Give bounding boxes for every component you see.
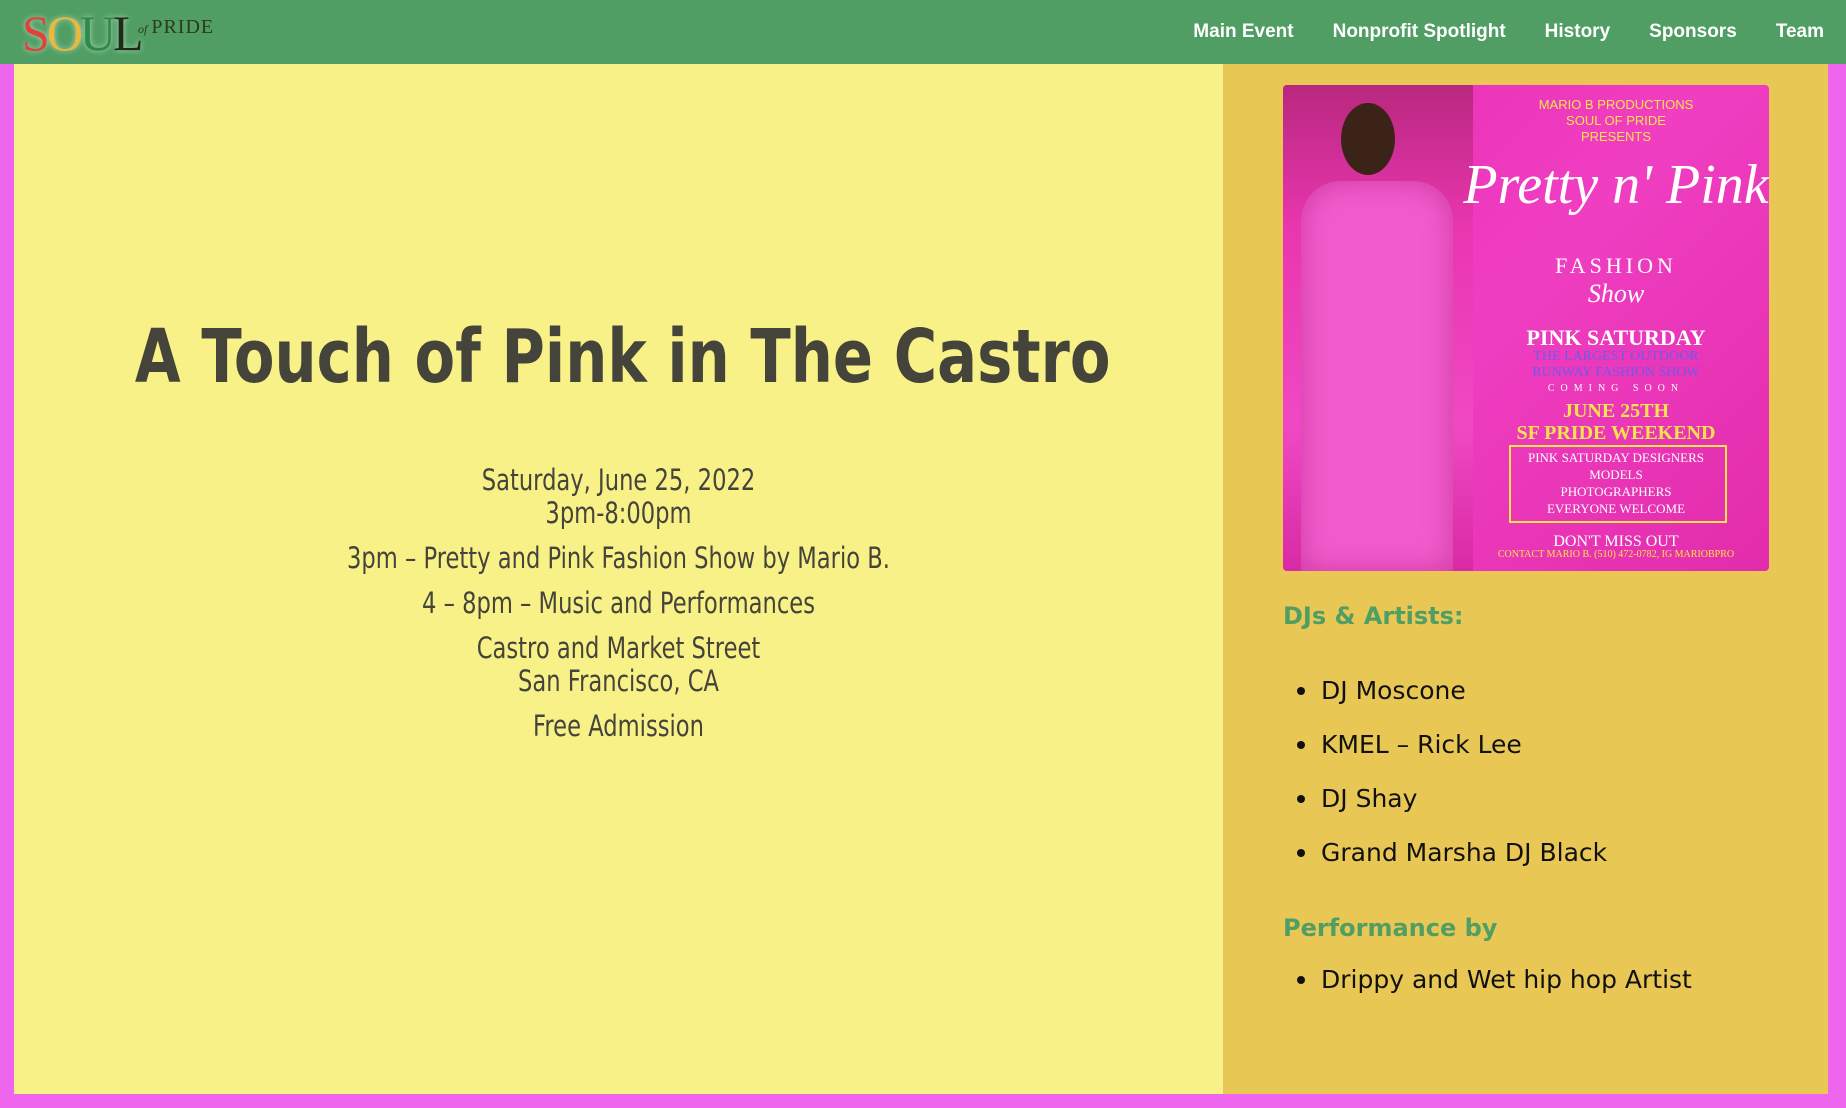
logo-letter-l: L [113, 5, 143, 61]
flyer-box-line-4: EVERYONE WELCOME [1546, 501, 1686, 516]
logo-subtext: of PRIDE [138, 16, 214, 39]
performer-list: Drippy and Wet hip hop Artist [1283, 958, 1692, 1002]
event-fashion-show: 3pm – Pretty and Pink Fashion Show by Ma… [346, 541, 890, 575]
event-admission: Free Admission [533, 709, 704, 743]
flyer-tagline: THE LARGEST OUTDOOR RUNWAY FASHION SHOW [1463, 349, 1769, 381]
event-flyer-image: MARIO B PRODUCTIONS SOUL OF PRIDE PRESEN… [1283, 85, 1769, 571]
flyer-subtitle-fashion: FASHION [1555, 253, 1677, 278]
flyer-script-title: Pretty n' Pink [1463, 154, 1769, 216]
event-date: Saturday, June 25, 2022 [481, 463, 756, 497]
flyer-subtitle-show: Show [1587, 279, 1645, 308]
flyer-box-text: PINK SATURDAY DESIGNERS MODELS PHOTOGRAP… [1463, 449, 1769, 517]
main-nav: Main Event Nonprofit Spotlight History S… [1193, 0, 1846, 64]
flyer-model-photo [1283, 85, 1473, 571]
list-item: KMEL – Rick Lee [1283, 718, 1607, 772]
list-item: DJ Shay [1283, 772, 1607, 826]
flyer-tagline-1: THE LARGEST OUTDOOR [1533, 349, 1699, 364]
soul-of-pride-logo[interactable]: SOUL of PRIDE [22, 5, 222, 61]
event-title: A Touch of Pink in The Castro [134, 314, 1111, 400]
event-time: 3pm-8:00pm [545, 496, 692, 530]
flyer-presents-line: PRESENTS [1580, 129, 1652, 144]
flyer-producer-line: MARIO B PRODUCTIONS [1538, 97, 1694, 112]
list-item: Drippy and Wet hip hop Artist [1283, 958, 1692, 1002]
event-details: Saturday, June 25, 2022 3pm-8:00pm 3pm –… [14, 464, 1223, 743]
flyer-date: JUNE 25TH SF PRIDE WEEKEND [1463, 400, 1769, 444]
logo-of: of [138, 22, 148, 36]
flyer-event-name: PINK SATURDAY [1526, 325, 1706, 350]
logo-letter-o: O [46, 5, 83, 61]
logo-letter-u: U [79, 5, 116, 61]
list-item: DJ Moscone [1283, 664, 1607, 718]
logo-letter-s: S [22, 5, 50, 61]
flyer-weekend-line: SF PRIDE WEEKEND [1516, 422, 1716, 444]
flyer-coming-soon: COMING SOON [1547, 383, 1685, 394]
flyer-subtitle: FASHION Show [1463, 253, 1769, 309]
flyer-model-outfit [1301, 181, 1453, 571]
logo-wordmark: SOUL [22, 5, 144, 61]
flyer-tagline-2: RUNWAY FASHION SHOW [1532, 365, 1700, 380]
flyer-box-line-2: MODELS [1589, 467, 1643, 482]
performance-heading: Performance by [1283, 914, 1498, 942]
flyer-brand-line: SOUL OF PRIDE [1566, 113, 1666, 128]
nav-history[interactable]: History [1545, 21, 1610, 43]
nav-nonprofit-spotlight[interactable]: Nonprofit Spotlight [1333, 21, 1506, 43]
nav-team[interactable]: Team [1776, 21, 1824, 43]
flyer-contact: CONTACT MARIO B. (510) 472-0782, IG MARI… [1497, 549, 1735, 560]
dj-list: DJ Moscone KMEL – Rick Lee DJ Shay Grand… [1283, 664, 1607, 880]
event-music: 4 – 8pm – Music and Performances [422, 586, 815, 620]
main-content: A Touch of Pink in The Castro Saturday, … [14, 64, 1223, 1094]
flyer-box-line-3: PHOTOGRAPHERS [1560, 484, 1672, 499]
top-navbar: SOUL of PRIDE Main Event Nonprofit Spotl… [0, 0, 1846, 64]
flyer-producer: MARIO B PRODUCTIONS SOUL OF PRIDE PRESEN… [1463, 97, 1769, 145]
event-city: San Francisco, CA [517, 664, 720, 698]
event-street: Castro and Market Street [476, 631, 761, 665]
sidebar: MARIO B PRODUCTIONS SOUL OF PRIDE PRESEN… [1223, 64, 1828, 1094]
flyer-model-head [1341, 103, 1395, 175]
logo-pride: PRIDE [151, 16, 215, 38]
djs-heading: DJs & Artists: [1283, 602, 1464, 630]
nav-main-event[interactable]: Main Event [1193, 21, 1293, 43]
list-item: Grand Marsha DJ Black [1283, 826, 1607, 880]
nav-sponsors[interactable]: Sponsors [1649, 21, 1737, 43]
flyer-date-line: JUNE 25TH [1562, 400, 1670, 422]
flyer-box-line-1: PINK SATURDAY DESIGNERS [1527, 450, 1704, 465]
